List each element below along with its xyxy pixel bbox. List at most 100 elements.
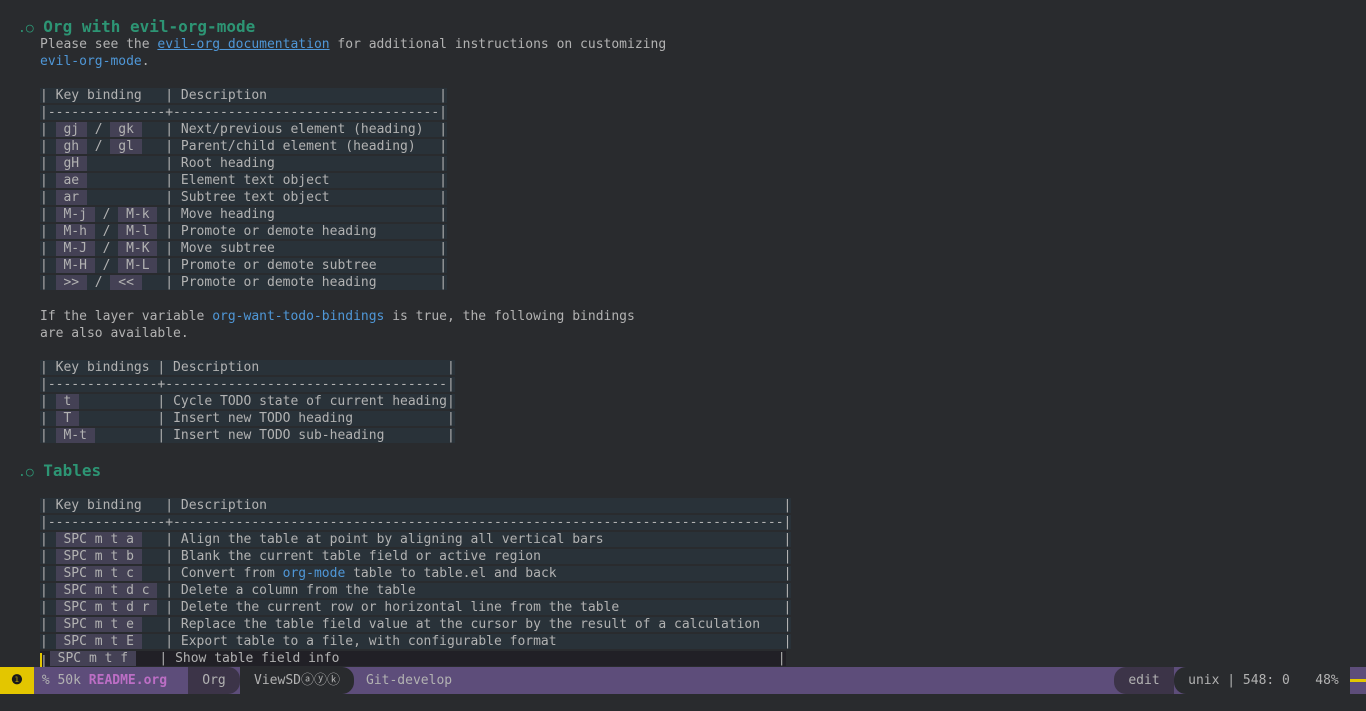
description: Export table to a file, with configurabl… <box>180 634 557 649</box>
key-binding[interactable]: SPC m t c <box>63 566 134 581</box>
minibuffer[interactable] <box>0 694 1366 711</box>
key-binding[interactable]: >> <box>63 275 80 290</box>
key-binding[interactable]: gk <box>118 122 134 137</box>
heading-org-with-evil-org-mode[interactable]: .○ Org with evil-org-mode <box>18 17 255 37</box>
evil-org-documentation-link[interactable]: evil-org documentation <box>157 37 329 52</box>
key-binding[interactable]: gl <box>118 139 134 154</box>
key-binding[interactable]: M-t <box>63 428 87 443</box>
heading-tables[interactable]: .○ Tables <box>18 461 101 481</box>
description: Promote or demote heading <box>180 224 377 239</box>
intro-line-1: Please see the evil-org documentation fo… <box>40 37 667 52</box>
para-todo-line-2: are also available. <box>40 326 189 341</box>
table-row: | SPC m t a | Align the table at point b… <box>40 532 792 547</box>
heading-bullet-icon: .○ <box>18 21 34 36</box>
key-binding[interactable]: SPC m t d r <box>63 600 150 615</box>
key-binding[interactable]: SPC m t E <box>63 634 134 649</box>
description: Insert new TODO heading <box>173 411 354 426</box>
heading-bullet-icon: .○ <box>18 465 34 480</box>
table-row: | T | Insert new TODO heading | <box>40 411 455 426</box>
table-row: | gH | Root heading | <box>40 156 447 171</box>
table-row: | gj / gk | Next/previous element (headi… <box>40 122 448 137</box>
key-binding[interactable]: << <box>118 275 134 290</box>
table-row: | M-H / M-L | Promote or demote subtree … <box>40 258 448 273</box>
description: Replace the table field value at the cur… <box>180 617 761 632</box>
mode-line: ❶ % 50k README.org Org ViewSDⓐⓨⓚ Git-dev… <box>0 667 1366 694</box>
buffer-name[interactable]: README.org <box>89 673 167 688</box>
table-separator-row: |---------------+-----------------------… <box>40 104 447 121</box>
buffer-info: % 50k README.org <box>34 667 186 694</box>
description: Convert from <box>180 566 283 581</box>
major-mode[interactable]: Org <box>188 667 240 694</box>
description: Next/previous element (heading) <box>180 122 424 137</box>
buffer-percent: 48% <box>1304 667 1350 694</box>
table-row: | SPC m t e | Replace the table field va… <box>40 617 792 632</box>
table-header: | Key binding | Description | <box>40 88 447 103</box>
table-row: | SPC m t b | Blank the current table fi… <box>40 549 792 564</box>
table-row: | >> / << | Promote or demote heading | <box>40 275 448 290</box>
key-binding[interactable]: SPC m t a <box>63 532 134 547</box>
description: Show table field info <box>175 651 340 666</box>
description: Insert new TODO sub-heading <box>173 428 385 443</box>
key-binding[interactable]: M-L <box>126 258 150 273</box>
table-row: | gh / gl | Parent/child element (headin… <box>40 139 448 154</box>
description: Align the table at point by aligning all… <box>180 532 604 547</box>
intro-line-2: evil-org-mode. <box>40 54 150 69</box>
table-row: | t | Cycle TODO state of current headin… <box>40 394 455 409</box>
org-mode-code: org-mode <box>282 566 346 581</box>
table-separator: |---------------+-----------------------… <box>40 105 447 120</box>
key-binding[interactable]: SPC m t d c <box>63 583 150 598</box>
table-row: | ar | Subtree text object | <box>40 190 448 205</box>
description: Promote or demote subtree <box>180 258 377 273</box>
key-binding[interactable]: gh <box>63 139 80 154</box>
key-binding[interactable]: M-h <box>63 224 87 239</box>
description: Root heading <box>180 156 275 171</box>
table-row: | SPC m t c | Convert from org-mode tabl… <box>40 566 792 581</box>
key-binding[interactable]: SPC m t f <box>57 651 129 666</box>
table-separator: |--------------+------------------------… <box>40 377 455 392</box>
table-header-row: | Key binding | Description | <box>40 87 447 104</box>
key-binding[interactable]: M-K <box>126 241 150 256</box>
table-separator-row: |---------------+-----------------------… <box>40 514 792 531</box>
key-binding[interactable]: M-k <box>126 207 150 222</box>
key-binding[interactable]: gH <box>63 156 80 171</box>
table-row-current: | SPC m t f | Show table field info | <box>40 651 786 667</box>
evil-org-mode-code: evil-org-mode <box>40 54 142 69</box>
minor-modes[interactable]: ViewSDⓐⓨⓚ <box>240 667 354 694</box>
table-row: | SPC m t d c | Delete a column from the… <box>40 583 792 598</box>
evil-state-icon: ❶ <box>0 667 34 694</box>
table-row: | M-j / M-k | Move heading | <box>40 207 448 222</box>
table-row: | M-t | Insert new TODO sub-heading | <box>40 428 455 443</box>
key-binding[interactable]: SPC m t e <box>63 617 134 632</box>
description: Delete the current row or horizontal lin… <box>180 600 620 615</box>
description: Subtree text object <box>180 190 330 205</box>
key-binding[interactable]: M-l <box>126 224 150 239</box>
description: Move subtree <box>180 241 275 256</box>
scroll-indicator <box>1350 679 1366 682</box>
key-binding[interactable]: M-J <box>63 241 87 256</box>
encoding-position[interactable]: unix | 548: 0 <box>1174 667 1304 694</box>
para-todo-line-1: If the layer variable org-want-todo-bind… <box>40 309 635 324</box>
description: Delete a column from the table <box>180 583 416 598</box>
description: Cycle TODO state of current heading <box>173 394 447 409</box>
table-row: | ae | Element text object | <box>40 173 448 188</box>
key-binding[interactable]: M-j <box>63 207 87 222</box>
table-row: | M-h / M-l | Promote or demote heading … <box>40 224 448 239</box>
description: Element text object <box>180 173 330 188</box>
description: Blank the current table field or active … <box>180 549 541 564</box>
editor-buffer[interactable]: .○ Org with evil-org-mode Please see the… <box>0 0 1366 667</box>
table-row: | SPC m t d r | Delete the current row o… <box>40 600 792 615</box>
table-separator: |---------------+-----------------------… <box>40 515 792 530</box>
table-header: | Key binding | Description | <box>40 498 792 513</box>
description: Promote or demote heading <box>180 275 377 290</box>
edit-state: edit <box>1114 667 1174 694</box>
key-binding[interactable]: SPC m t b <box>63 549 134 564</box>
vc-branch[interactable]: Git-develop <box>356 667 486 694</box>
table-row: | M-J / M-K | Move subtree | <box>40 241 448 256</box>
org-want-todo-bindings-code: org-want-todo-bindings <box>212 309 385 324</box>
key-binding[interactable]: M-H <box>63 258 87 273</box>
key-binding[interactable]: ae <box>63 173 80 188</box>
key-binding[interactable]: gj <box>63 122 80 137</box>
table-header-row: | Key bindings | Description | <box>40 359 455 376</box>
description: table to table.el and back <box>345 566 557 581</box>
key-binding[interactable]: ar <box>63 190 80 205</box>
